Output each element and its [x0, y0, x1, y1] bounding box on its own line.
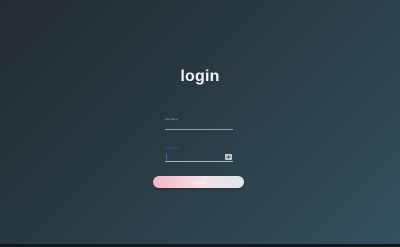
login-button[interactable]: login: [153, 176, 244, 188]
password-underline: [165, 161, 233, 162]
password-field[interactable]: password: [165, 145, 233, 162]
page-title: login: [180, 68, 220, 85]
login-form: login username password login: [0, 0, 400, 247]
username-underline: [165, 129, 233, 130]
text-cursor: [166, 154, 167, 160]
password-label: password: [165, 146, 178, 150]
eye-icon[interactable]: [225, 154, 232, 160]
username-label: username: [165, 117, 179, 121]
username-field[interactable]: username: [165, 118, 233, 130]
